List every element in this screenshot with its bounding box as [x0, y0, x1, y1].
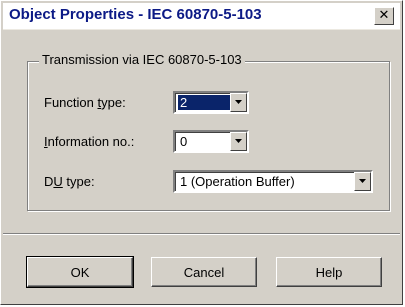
du-type-label-pre: D	[44, 174, 54, 189]
close-button[interactable]: ✕	[374, 7, 394, 25]
information-no-label: Information no.:	[44, 134, 134, 149]
function-type-label: Function type:	[44, 95, 126, 110]
chevron-down-icon	[235, 139, 242, 143]
du-type-label: DU type:	[44, 174, 95, 189]
chevron-down-icon	[235, 100, 242, 104]
information-no-dropdown-button[interactable]	[230, 132, 247, 151]
information-no-value: 0	[180, 134, 188, 149]
function-type-combo[interactable]: 2	[173, 91, 249, 114]
du-type-label-accel: U	[53, 174, 63, 189]
help-button[interactable]: Help	[276, 257, 382, 287]
chevron-down-icon	[359, 179, 366, 183]
cancel-button[interactable]: Cancel	[151, 257, 257, 287]
du-type-value: 1 (Operation Buffer)	[180, 174, 295, 189]
ok-button[interactable]: OK	[26, 256, 134, 288]
function-type-dropdown-button[interactable]	[230, 93, 247, 112]
group-label: Transmission via IEC 60870-5-103	[39, 52, 245, 67]
information-no-combo[interactable]: 0	[173, 130, 249, 153]
close-icon: ✕	[378, 8, 390, 23]
du-type-combo[interactable]: 1 (Operation Buffer)	[173, 170, 373, 193]
title-bar[interactable]: Object Properties - IEC 60870-5-103 ✕	[3, 3, 400, 30]
function-type-label-post: ype:	[101, 95, 126, 110]
du-type-dropdown-button[interactable]	[354, 172, 371, 191]
window-title: Object Properties - IEC 60870-5-103	[9, 6, 262, 23]
separator	[3, 233, 400, 235]
function-type-label-pre: Function	[44, 95, 98, 110]
du-type-label-post: type:	[62, 174, 95, 189]
information-no-label-post: nformation no.:	[47, 134, 135, 149]
object-properties-dialog: Object Properties - IEC 60870-5-103 ✕ Tr…	[0, 0, 403, 305]
function-type-value: 2	[178, 95, 230, 110]
